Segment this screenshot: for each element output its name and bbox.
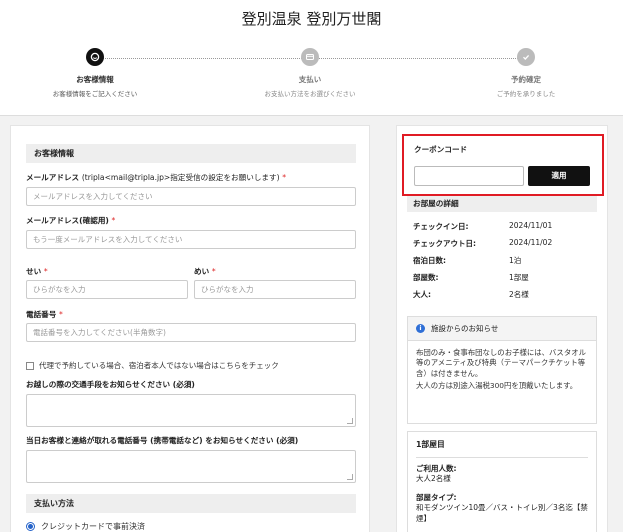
notice-body: 布団のみ・食事布団なしのお子様には、バスタオル等のアメニティ及び特典（テーマパー… [408, 341, 596, 392]
notice-header: i 施設からのお知らせ [408, 317, 596, 341]
step-guest-info: お客様情報 お客様情報をご記入ください [15, 48, 175, 98]
step-sub: お客様情報をご記入ください [52, 90, 138, 98]
resize-grip[interactable] [347, 474, 353, 480]
header: 登別温泉 登別万世閣 お客様情報 お客様情報をご記入ください 支払い お支払い方… [0, 0, 623, 116]
notice-title: 施設からのお知らせ [431, 324, 499, 333]
info-icon: i [416, 324, 425, 333]
email-label: メールアドレス (tripla<mail@tripla.jp>指定受信の設定をお… [26, 173, 287, 182]
proxy-checkbox-label: 代理で予約している場合、宿泊者本人ではない場合はこちらをチェック [39, 361, 279, 370]
coupon-section: クーポンコード 適用 [402, 134, 604, 196]
notice-paragraph: 大人の方は別途入湯税300円を頂戴いたします。 [416, 381, 578, 391]
contact-phone-textarea[interactable] [26, 450, 356, 483]
step-label: 支払い [298, 75, 322, 84]
required-mark: * [43, 267, 48, 276]
apply-coupon-button[interactable]: 適用 [528, 166, 590, 186]
first-name-field[interactable]: ひらがなを入力 [194, 280, 356, 299]
last-name-field[interactable]: ひらがなを入力 [26, 280, 188, 299]
email-note: (tripla<mail@tripla.jp>指定受信の設定をお願いします) [81, 173, 280, 182]
page-title: 登別温泉 登別万世閣 [241, 10, 382, 28]
required-mark: * [59, 310, 63, 319]
phone-label: 電話番号 * [26, 310, 63, 319]
section-title-guest: お客様情報 [26, 144, 356, 163]
guests-value: 大人2名様 [416, 474, 451, 483]
last-name-label: せい * [26, 267, 48, 276]
step-label: 予約確定 [511, 75, 541, 84]
room-card: 1部屋目 ご利用人数: 大人2名様 部屋タイプ: 和モダンツイン10畳／バス・ト… [407, 431, 597, 532]
summary-panel: クーポンコード 適用 お部屋の詳細 チェックイン日: 2024/11/01 チェ… [396, 125, 608, 532]
step-payment: 支払い お支払い方法をお選びください [230, 48, 390, 98]
contact-phone-label: 当日お客様と連絡が取れる電話番号 (携帯電話など) をお知らせください (必須) [26, 436, 299, 445]
room-type-value: 和モダンツイン10畳／バス・トイレ別／3名迄【禁煙】 [416, 503, 588, 523]
email-confirm-label: メールアドレス(確認用) * [26, 216, 116, 225]
payment-option-credit[interactable]: クレジットカードで事前決済 [26, 521, 145, 532]
required-mark: * [282, 173, 287, 182]
required-mark: * [111, 216, 116, 225]
room-card-title: 1部屋目 [416, 440, 588, 458]
proxy-checkbox[interactable] [26, 361, 34, 370]
facility-notice: i 施設からのお知らせ 布団のみ・食事布団なしのお子様には、バスタオル等のアメニ… [407, 316, 597, 424]
email-field[interactable]: メールアドレスを入力してください [26, 187, 356, 206]
step-sub: ご予約を承りました [496, 90, 556, 98]
room-details-title: お部屋の詳細 [407, 196, 597, 212]
room-type-label: 部屋タイプ: [416, 492, 457, 502]
phone-field[interactable]: 電話番号を入力してください(半角数字) [26, 323, 356, 342]
credit-card-icon [301, 48, 319, 66]
user-smile-icon [86, 48, 104, 66]
check-icon [517, 48, 535, 66]
proxy-checkbox-row[interactable]: 代理で予約している場合、宿泊者本人ではない場合はこちらをチェック [26, 360, 279, 371]
guest-form-panel: お客様情報 メールアドレス (tripla<mail@tripla.jp>指定受… [10, 125, 370, 532]
transport-label: お越しの際の交通手段をお知らせください (必須) [26, 380, 195, 389]
coupon-input[interactable] [414, 166, 524, 186]
guests-label: ご利用人数: [416, 463, 457, 473]
section-title-payment: 支払い方法 [26, 494, 356, 513]
step-label: お客様情報 [76, 75, 114, 84]
radio-button[interactable] [26, 522, 35, 531]
step-sub: お支払い方法をお選びください [264, 90, 356, 98]
first-name-label: めい * [194, 267, 216, 276]
step-confirmed: 予約確定 ご予約を承りました [446, 48, 606, 98]
coupon-title: クーポンコード [414, 145, 468, 154]
email-confirm-field[interactable]: もう一度メールアドレスを入力してください [26, 230, 356, 249]
payment-option-label: クレジットカードで事前決済 [41, 522, 145, 531]
resize-grip[interactable] [347, 418, 353, 424]
transport-textarea[interactable] [26, 394, 356, 427]
notice-paragraph: 布団のみ・食事布団なしのお子様には、バスタオル等のアメニティ及び特典（テーマパー… [416, 348, 586, 378]
required-mark: * [211, 267, 216, 276]
